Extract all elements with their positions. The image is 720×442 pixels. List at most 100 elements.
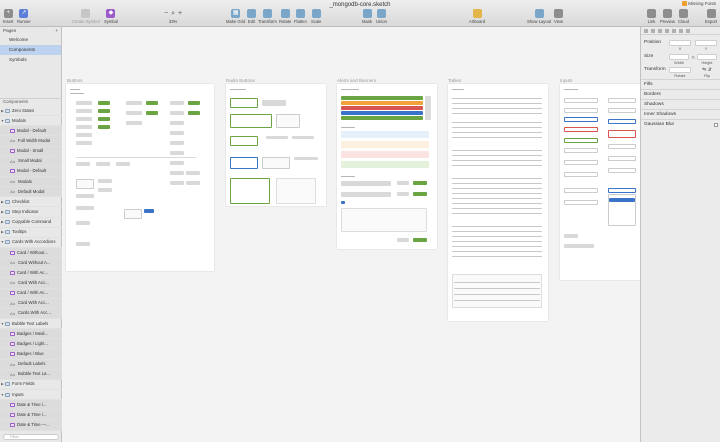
y-input[interactable] xyxy=(695,40,717,46)
align-bottom-icon[interactable] xyxy=(679,29,683,33)
layer-item[interactable]: Badges / Light... xyxy=(0,339,62,350)
layer-item[interactable]: Modal - Default xyxy=(0,126,62,137)
artboard-tables[interactable] xyxy=(448,84,548,321)
rotate-button[interactable]: Rotate xyxy=(279,9,291,24)
layer-item[interactable]: Aa Card With Acc... xyxy=(0,298,62,309)
align-top-icon[interactable] xyxy=(665,29,669,33)
layer-item[interactable]: Modal - Small xyxy=(0,146,62,157)
mask-button[interactable]: Mask xyxy=(362,9,372,24)
layer-item[interactable]: Badges / Blue xyxy=(0,349,62,360)
align-center-icon[interactable] xyxy=(651,29,655,33)
artboard-title-inputs[interactable]: Inputs xyxy=(560,78,573,83)
layer-group[interactable]: ▼ Bubble Text Labels xyxy=(0,319,62,330)
artboard-inputs[interactable] xyxy=(560,84,640,280)
x-input[interactable] xyxy=(669,40,691,46)
zoom-out-button[interactable]: − xyxy=(164,9,168,18)
artboard-title-tables[interactable]: Tables xyxy=(448,78,461,83)
page-symbols[interactable]: Symbols xyxy=(0,55,61,65)
layer-group[interactable]: ▶ Zero States xyxy=(0,106,62,117)
layer-item[interactable]: Card / With Ac... xyxy=(0,268,62,279)
layer-group[interactable]: ▼ Cards With Accordions xyxy=(0,238,62,248)
view-button[interactable]: View xyxy=(554,9,563,24)
height-input[interactable] xyxy=(697,54,717,60)
zoom-in-button[interactable]: + xyxy=(178,9,182,18)
insert-button[interactable]: + Insert xyxy=(3,9,13,24)
missing-fonts-warning[interactable]: Missing Fonts xyxy=(682,1,716,7)
page-components[interactable]: Components xyxy=(0,45,61,55)
canvas[interactable]: Buttons Radio Buttons Alerts and Banners… xyxy=(62,27,640,442)
artboard-label: Artboard xyxy=(469,19,486,24)
layer-item[interactable]: Card / With Ac... xyxy=(0,288,62,299)
runner-button[interactable]: ↗ Runner xyxy=(17,9,31,24)
layer-label: Bubble Text La... xyxy=(18,371,50,377)
symbol-instance-icon xyxy=(10,422,15,427)
artboard-title-alerts[interactable]: Alerts and Banners xyxy=(337,78,376,83)
union-button[interactable]: Union xyxy=(376,9,387,24)
layer-item[interactable]: Card / Without... xyxy=(0,247,62,259)
artboard-title-buttons[interactable]: Buttons xyxy=(67,78,83,83)
layer-group[interactable]: ▶ Form Fields xyxy=(0,380,62,390)
layer-item[interactable]: Badges / Medi... xyxy=(0,329,62,340)
layer-item[interactable]: Aa Small Modal xyxy=(0,156,62,167)
width-input[interactable] xyxy=(669,54,689,60)
artboard-buttons[interactable] xyxy=(66,84,214,271)
layer-item[interactable]: Aa Bubble Text La... xyxy=(0,369,62,380)
layer-label: Card Without A... xyxy=(18,259,51,265)
add-page-icon[interactable]: + xyxy=(55,28,58,34)
rotate-input[interactable] xyxy=(669,67,691,73)
layer-group[interactable]: ▼ Inputs xyxy=(0,390,62,401)
layer-item[interactable]: Aa Cards With Acc... xyxy=(0,308,62,319)
align-right-icon[interactable] xyxy=(658,29,662,33)
layer-group[interactable]: ▶ Step Indicator xyxy=(0,207,62,218)
link-button[interactable]: Link xyxy=(647,9,656,24)
layer-item[interactable]: Date & Time /... xyxy=(0,400,62,411)
show-layout-button[interactable]: Show Layout xyxy=(527,9,551,24)
gaussian-blur-checkbox[interactable] xyxy=(714,123,718,127)
layer-item[interactable]: Modal - Default xyxy=(0,166,62,177)
flip-icons[interactable]: ⇋ ⇵ xyxy=(699,67,715,73)
alignment-toolbar[interactable] xyxy=(641,27,720,35)
layer-item[interactable]: Aa Full Width Modal xyxy=(0,136,62,147)
align-middle-icon[interactable] xyxy=(672,29,676,33)
zoom-control[interactable]: − ⌕ + 33% xyxy=(164,9,182,24)
artboard-title-radio-buttons[interactable]: Radio Buttons xyxy=(226,78,255,83)
page-welcome[interactable]: Welcome xyxy=(0,35,61,45)
make-grid-button[interactable]: ▦ Make Grid xyxy=(226,9,245,24)
y-label: Y xyxy=(704,47,708,51)
borders-section[interactable]: Borders xyxy=(641,89,720,99)
fills-section[interactable]: Fills xyxy=(641,79,720,89)
lock-ratio-icon[interactable]: ⊓ xyxy=(690,55,696,60)
layer-group[interactable]: ▼ Modals xyxy=(0,116,62,127)
symbol-button[interactable]: ◆ Symbol xyxy=(104,9,118,24)
layer-item[interactable]: Date & Time —... xyxy=(0,420,62,431)
layer-group[interactable]: ▶ Checklist xyxy=(0,197,62,208)
transform-button[interactable]: Transform xyxy=(258,9,277,24)
distribute-icon[interactable] xyxy=(686,29,690,33)
shadows-section[interactable]: Shadows xyxy=(641,99,720,109)
layer-item[interactable]: Aa Modals xyxy=(0,176,62,188)
edit-button[interactable]: Edit xyxy=(247,9,256,24)
scale-button[interactable]: Scale xyxy=(311,9,321,24)
artboard-alerts-and-banners[interactable] xyxy=(337,84,437,249)
artboard-button[interactable]: Artboard xyxy=(469,9,485,24)
layer-group[interactable]: ▶ Copyable Command xyxy=(0,218,62,228)
artboard-radio-buttons[interactable] xyxy=(226,84,326,206)
folder-icon xyxy=(5,392,10,397)
create-symbol-button[interactable]: Create Symbol xyxy=(72,9,100,24)
layer-item[interactable]: Aa Card With Acc... xyxy=(0,278,62,289)
export-button[interactable]: Export xyxy=(705,9,717,24)
layer-label: Card / Without... xyxy=(17,249,49,255)
align-left-icon[interactable] xyxy=(644,29,648,33)
layer-item[interactable]: Aa Card Without A... xyxy=(0,258,62,269)
layer-item[interactable]: Aa Default Modal xyxy=(0,187,62,198)
layer-item[interactable]: Aa Default Labels xyxy=(0,359,62,370)
layer-item[interactable]: Date & Time /... xyxy=(0,410,62,421)
layer-filter-input[interactable]: Filter xyxy=(3,434,59,440)
cloud-button[interactable]: Cloud xyxy=(678,9,689,24)
preview-button[interactable]: Preview xyxy=(660,9,675,24)
inner-shadows-section[interactable]: Inner Shadows xyxy=(641,109,720,119)
pages-header[interactable]: Pages + xyxy=(0,27,61,35)
gaussian-blur-section[interactable]: Gaussian Blur xyxy=(641,119,720,129)
flatten-button[interactable]: Flatten xyxy=(294,9,307,24)
layer-group[interactable]: ▶ Tooltips xyxy=(0,228,62,238)
